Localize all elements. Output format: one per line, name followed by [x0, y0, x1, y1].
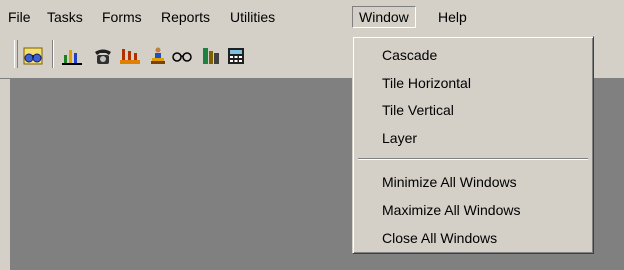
menu-utilities[interactable]: Utilities	[224, 6, 281, 28]
menu-separator	[358, 158, 588, 160]
menu-item-maximize-all[interactable]: Maximize All Windows	[382, 199, 520, 221]
menu-item-minimize-all[interactable]: Minimize All Windows	[382, 171, 517, 193]
menu-item-layer[interactable]: Layer	[382, 127, 417, 149]
menu-item-tile-vertical[interactable]: Tile Vertical	[382, 99, 454, 121]
toolbar-separator	[52, 40, 54, 68]
calculator-icon[interactable]	[224, 45, 248, 67]
window-frame-left	[0, 79, 10, 270]
menu-tasks[interactable]: Tasks	[41, 6, 89, 28]
menu-help[interactable]: Help	[432, 6, 473, 28]
binoculars-icon[interactable]	[21, 45, 45, 67]
menu-file[interactable]: File	[2, 6, 37, 28]
menu-bar: File Tasks Forms Reports Utilities Windo…	[0, 0, 624, 34]
toolbar-grip[interactable]	[14, 40, 18, 68]
chart-icon[interactable]	[60, 45, 84, 67]
menu-reports[interactable]: Reports	[155, 6, 216, 28]
menu-item-close-all[interactable]: Close All Windows	[382, 227, 497, 249]
factory-icon[interactable]	[118, 45, 142, 67]
menu-forms[interactable]: Forms	[96, 6, 148, 28]
person-icon[interactable]	[146, 45, 170, 67]
window-menu-dropdown: Cascade Tile Horizontal Tile Vertical La…	[352, 36, 594, 254]
glasses-icon[interactable]	[170, 45, 194, 67]
menu-window[interactable]: Window	[352, 6, 416, 28]
telephone-icon[interactable]	[91, 45, 115, 67]
menu-item-tile-horizontal[interactable]: Tile Horizontal	[382, 72, 471, 94]
application-window: File Tasks Forms Reports Utilities Windo…	[0, 0, 624, 270]
menu-item-cascade[interactable]: Cascade	[382, 44, 437, 66]
bookcase-icon[interactable]	[199, 45, 223, 67]
